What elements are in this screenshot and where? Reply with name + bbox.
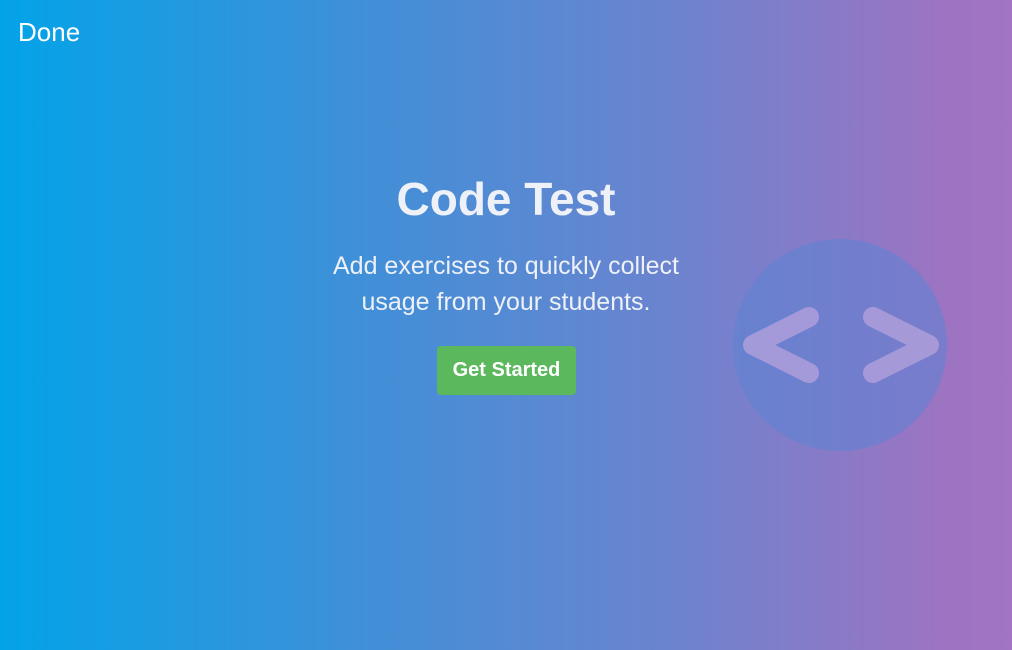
- done-link[interactable]: Done: [18, 17, 80, 48]
- page-title: Code Test: [396, 173, 616, 225]
- get-started-button[interactable]: Get Started: [437, 346, 576, 395]
- page-subtitle: Add exercises to quickly collect usage f…: [333, 252, 679, 316]
- code-brackets-icon: [733, 239, 947, 451]
